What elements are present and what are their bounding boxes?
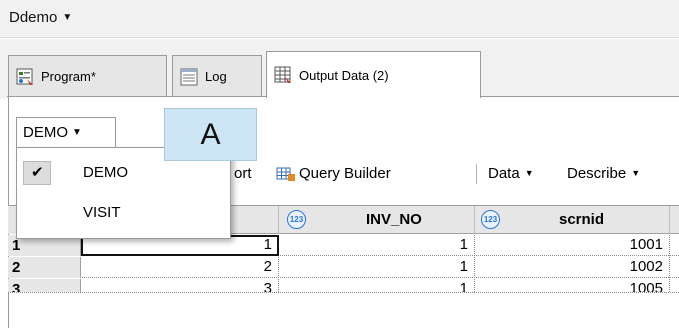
data-toolbar: ort Query Builder Data ▼ Describe ▼ — [230, 158, 679, 190]
describe-menu-label: Describe — [567, 165, 627, 182]
checkmark-icon: ✔ — [31, 164, 44, 181]
table-cell[interactable]: 2 — [81, 257, 279, 278]
annotation-callout: A — [164, 108, 257, 161]
chevron-down-icon: ▼ — [524, 168, 534, 178]
table-cell[interactable]: 1002 — [475, 257, 670, 278]
output-data-icon — [273, 65, 293, 85]
project-name: Ddemo — [9, 9, 58, 26]
row-number[interactable]: 3 — [8, 279, 81, 292]
tab-output-data-label: Output Data (2) — [299, 67, 389, 83]
table-select-dropdown[interactable]: DEMO ▼ — [16, 117, 116, 148]
column-header-label: INV_NO — [366, 211, 422, 228]
chevron-down-icon: ▼ — [72, 127, 82, 138]
column-header-label: scrnid — [559, 211, 605, 228]
column-header-scrnid[interactable]: 123 scrnid — [475, 206, 670, 234]
toolbar-separator — [476, 164, 477, 184]
chevron-down-icon: ▼ — [631, 168, 641, 178]
program-icon — [15, 67, 35, 87]
data-menu-button[interactable]: Data ▼ — [488, 165, 534, 182]
table-cell[interactable]: 1 — [279, 235, 475, 256]
describe-menu-button[interactable]: Describe ▼ — [567, 165, 640, 182]
tab-program-label: Program* — [41, 69, 96, 84]
tab-log[interactable]: Log — [172, 55, 262, 97]
menu-item-visit[interactable]: VISIT — [17, 194, 230, 232]
table-cell[interactable]: 1001 — [475, 235, 670, 256]
tab-log-label: Log — [205, 69, 227, 84]
numeric-column-icon: 123 — [481, 210, 500, 229]
tab-output-data[interactable]: Output Data (2) — [266, 51, 481, 98]
query-builder-button[interactable]: Query Builder — [276, 165, 391, 182]
export-button[interactable]: ort — [234, 165, 252, 182]
table-cell[interactable]: 1005 — [475, 279, 670, 292]
tab-program[interactable]: Program* — [8, 55, 167, 97]
table-row: 3 3 1 1005 — [8, 279, 679, 293]
chevron-down-icon: ▼ — [62, 12, 73, 23]
log-icon — [179, 67, 199, 87]
data-menu-label: Data — [488, 165, 520, 182]
query-builder-label: Query Builder — [299, 165, 391, 182]
table-cell[interactable]: 3 — [81, 279, 279, 292]
table-cell[interactable]: 1 — [279, 279, 475, 292]
table-row: 2 2 1 1002 — [8, 257, 679, 278]
menu-item-label: VISIT — [83, 204, 121, 221]
project-menu[interactable]: Ddemo ▼ — [9, 9, 72, 26]
column-header-inv-no[interactable]: 123 INV_NO — [279, 206, 475, 234]
project-title-bar: Ddemo ▼ — [0, 0, 679, 38]
query-builder-icon — [276, 166, 296, 182]
table-cell[interactable]: 1 — [279, 257, 475, 278]
row-number[interactable]: 2 — [8, 257, 81, 278]
numeric-column-icon: 123 — [287, 210, 306, 229]
menu-item-label: DEMO — [83, 164, 128, 181]
table-select-value: DEMO — [23, 124, 68, 141]
